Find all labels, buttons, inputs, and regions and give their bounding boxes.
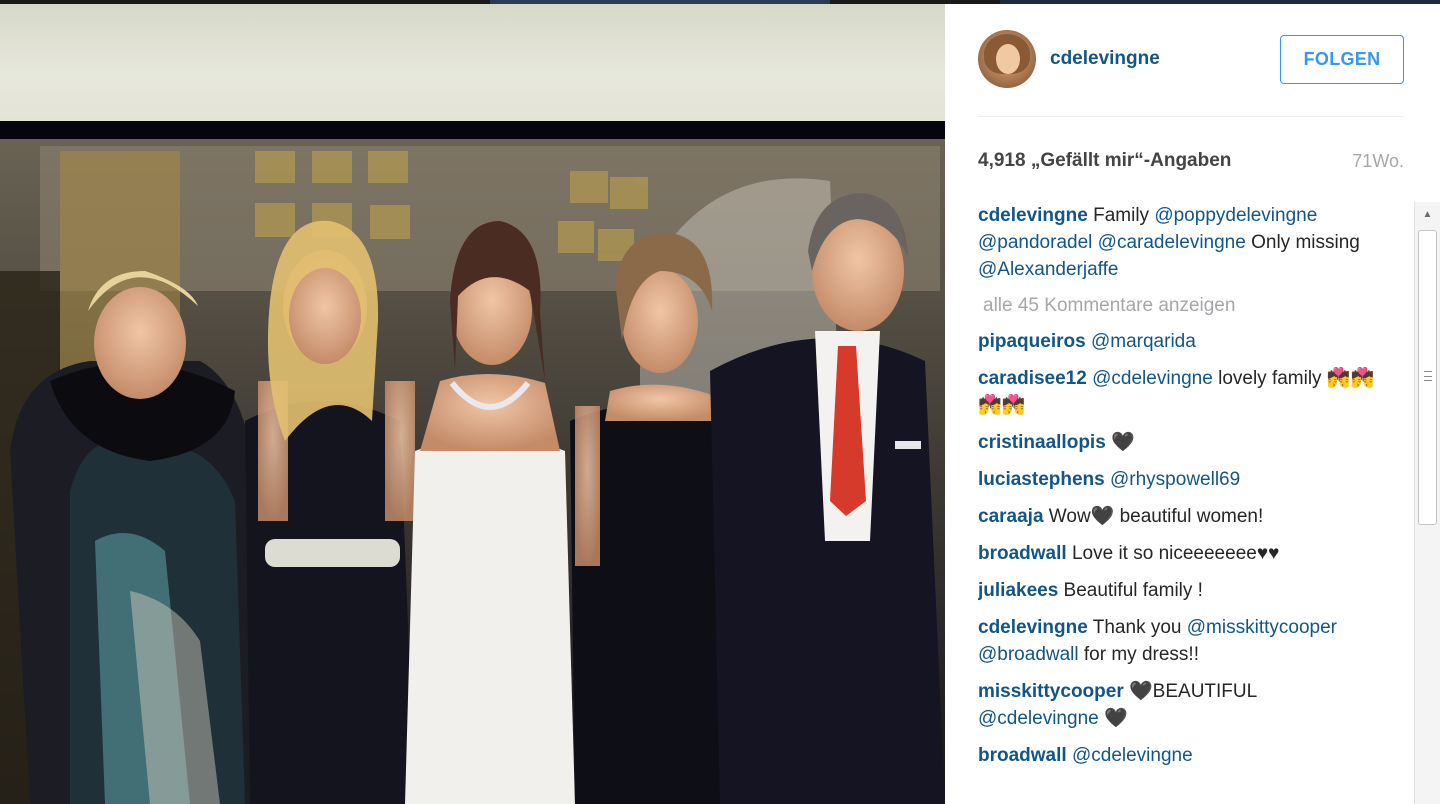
comment-user-link[interactable]: luciastephens	[978, 469, 1105, 490]
post-header: cdelevingne FOLGEN	[978, 28, 1404, 90]
comment-text: Love it so niceeeeeee♥♥	[1066, 543, 1280, 564]
comment-user-link[interactable]: cdelevingne	[978, 205, 1088, 226]
comment-text: Wow🖤 beautiful women!	[1043, 506, 1264, 527]
avatar[interactable]	[978, 30, 1036, 88]
comment-text: 🖤	[1098, 708, 1128, 729]
mention-link[interactable]: @rhyspowell69	[1110, 469, 1240, 490]
view-all-comments-link[interactable]: alle 45 Kommentare anzeigen	[983, 294, 1414, 318]
comment-item: caradisee12 @cdelevingne lovely family 💏…	[978, 365, 1378, 419]
mention-link[interactable]: @broadwall	[978, 644, 1079, 665]
comment-user-link[interactable]: broadwall	[978, 745, 1067, 766]
comment-text: 🖤	[1105, 432, 1135, 453]
mention-link[interactable]: @pandoradel	[978, 232, 1092, 253]
comments-scrollbar[interactable]: ▲	[1414, 202, 1440, 804]
mention-link[interactable]: @poppydelevingne	[1154, 205, 1317, 226]
comment-body: @marqarida	[1086, 331, 1196, 352]
comment-user-link[interactable]: misskittycooper	[978, 681, 1124, 702]
comment-item: broadwall @cdelevingne	[978, 742, 1378, 769]
comment-item: broadwall Love it so niceeeeeee♥♥	[978, 540, 1378, 567]
mention-link[interactable]: @cdelevingne	[978, 708, 1099, 729]
comment-body: @rhyspowell69	[1105, 469, 1240, 490]
comment-user-link[interactable]: broadwall	[978, 543, 1067, 564]
comment-text: Beautiful family !	[1058, 580, 1203, 601]
likes-row: 4,918 „Gefällt mir“-Angaben 71Wo.	[978, 150, 1404, 174]
post-sidebar: cdelevingne FOLGEN 4,918 „Gefällt mir“-A…	[945, 4, 1440, 804]
mention-link[interactable]: @Alexanderjaffe	[978, 259, 1118, 280]
mention-link[interactable]: @cdelevingne	[1092, 368, 1213, 389]
mention-link[interactable]: @misskittycooper	[1187, 617, 1337, 638]
comment-item: luciastephens @rhyspowell69	[978, 466, 1378, 493]
comment-body: Beautiful family !	[1058, 580, 1203, 601]
comments-list: cdelevingne Family @poppydelevingne @pan…	[978, 202, 1414, 804]
follow-button[interactable]: FOLGEN	[1280, 35, 1404, 84]
comment-text: 🖤BEAUTIFUL	[1123, 681, 1257, 702]
caption: cdelevingne Family @poppydelevingne @pan…	[978, 202, 1378, 283]
comment-user-link[interactable]: cdelevingne	[978, 617, 1088, 638]
comment-item: pipaqueiros @marqarida	[978, 328, 1378, 355]
comment-user-link[interactable]: caraaja	[978, 506, 1044, 527]
comment-body: @cdelevingne	[1067, 745, 1193, 766]
scroll-thumb[interactable]	[1418, 230, 1437, 525]
username-link[interactable]: cdelevingne	[1050, 48, 1160, 70]
post-photo[interactable]	[0, 121, 945, 804]
comment-text: Only missing	[1245, 232, 1360, 253]
comment-text: Thank you	[1087, 617, 1187, 638]
scroll-grip-icon	[1424, 371, 1432, 381]
mention-link[interactable]: @marqarida	[1091, 331, 1196, 352]
header-divider	[978, 116, 1404, 117]
comment-user-link[interactable]: juliakees	[978, 580, 1058, 601]
mention-link[interactable]: @caradelevingne	[1098, 232, 1246, 253]
scroll-up-arrow-icon[interactable]: ▲	[1415, 202, 1440, 227]
post-age[interactable]: 71Wo.	[1352, 151, 1404, 172]
avatar-face	[996, 44, 1020, 74]
comment-text: Family	[1087, 205, 1155, 226]
comment-text: for my dress!!	[1078, 644, 1199, 665]
likes-count[interactable]: 4,918 „Gefällt mir“-Angaben	[978, 150, 1231, 172]
comment-body: Love it so niceeeeeee♥♥	[1066, 543, 1280, 564]
comment-user-link[interactable]: cristinaallopis	[978, 432, 1106, 453]
comment-item: cristinaallopis 🖤	[978, 429, 1378, 456]
comment-user-link[interactable]: pipaqueiros	[978, 331, 1086, 352]
comment-item: caraaja Wow🖤 beautiful women!	[978, 503, 1378, 530]
comment-item: misskittycooper 🖤BEAUTIFUL @cdelevingne …	[978, 678, 1378, 732]
comment-user-link[interactable]: caradisee12	[978, 368, 1087, 389]
comment-item: cdelevingne Thank you @misskittycooper @…	[978, 614, 1378, 668]
mention-link[interactable]: @cdelevingne	[1072, 745, 1193, 766]
group-photo-image	[0, 139, 945, 804]
post-photo-panel[interactable]	[0, 4, 945, 804]
comment-items: pipaqueiros @marqarida caradisee12 @cdele…	[978, 328, 1414, 769]
comment-body: 🖤	[1106, 432, 1135, 453]
photo-banner-area	[0, 4, 945, 121]
comment-body: Wow🖤 beautiful women!	[1043, 506, 1264, 527]
comment-item: juliakees Beautiful family !	[978, 577, 1378, 604]
